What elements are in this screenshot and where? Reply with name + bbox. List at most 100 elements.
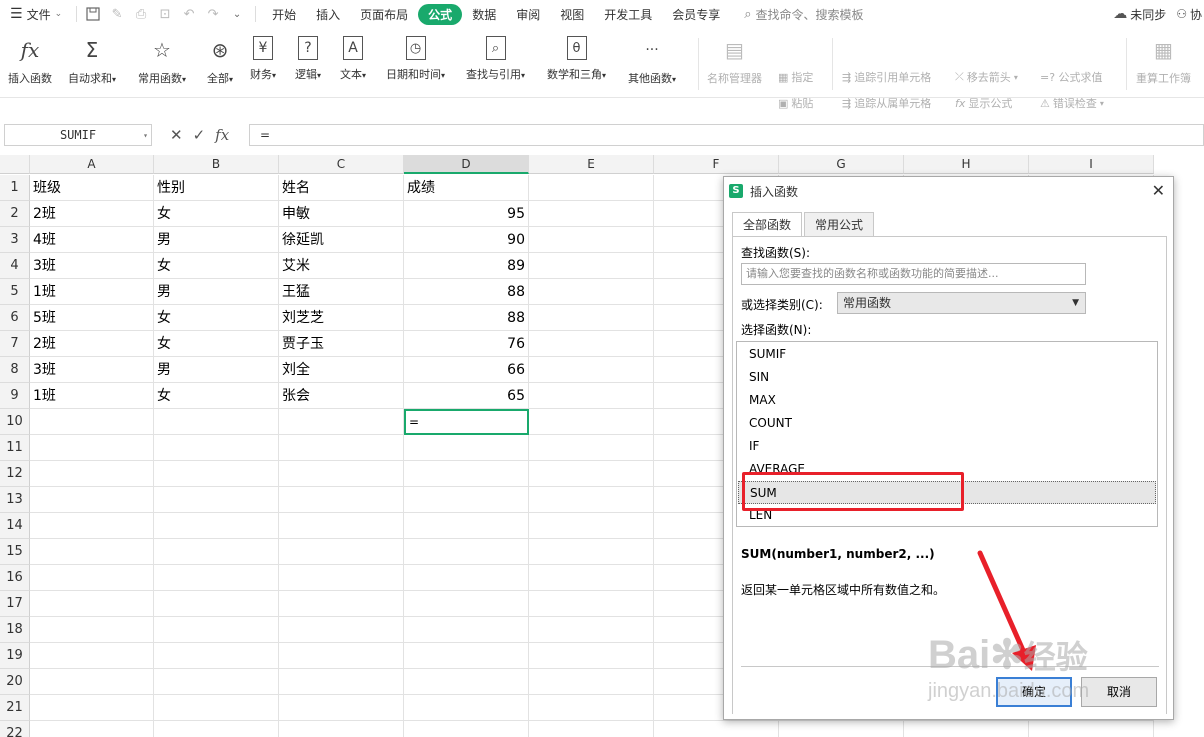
tab-all-functions[interactable]: 全部函数 bbox=[732, 212, 803, 237]
cancel-button[interactable]: 取消 bbox=[1081, 677, 1157, 707]
cell[interactable] bbox=[404, 695, 529, 721]
cell[interactable] bbox=[404, 539, 529, 565]
cell[interactable] bbox=[529, 279, 654, 305]
row-header[interactable]: 5 bbox=[0, 279, 30, 305]
cell[interactable] bbox=[654, 721, 779, 737]
datetime-button[interactable]: ◷ 日期和时间▾ bbox=[386, 36, 445, 90]
other-functions-button[interactable]: ··· 其他函数▾ bbox=[628, 36, 676, 90]
function-list-item[interactable]: SIN bbox=[738, 366, 1156, 389]
cell[interactable] bbox=[529, 721, 654, 737]
cell[interactable] bbox=[529, 409, 654, 435]
cell[interactable]: 5班 bbox=[30, 305, 154, 331]
cell[interactable] bbox=[404, 669, 529, 695]
cell[interactable]: 1班 bbox=[30, 383, 154, 409]
undo-icon[interactable]: ↶ bbox=[177, 5, 201, 23]
cell[interactable] bbox=[154, 591, 279, 617]
cell[interactable]: 男 bbox=[154, 357, 279, 383]
cell[interactable] bbox=[529, 565, 654, 591]
math-button[interactable]: θ 数学和三角▾ bbox=[547, 36, 606, 90]
tab-developer[interactable]: 开发工具 bbox=[594, 6, 662, 23]
row-header[interactable]: 8 bbox=[0, 357, 30, 383]
formula-input[interactable]: = bbox=[249, 124, 1204, 146]
row-header[interactable]: 17 bbox=[0, 591, 30, 617]
cell[interactable] bbox=[529, 695, 654, 721]
function-list-item[interactable]: MAX bbox=[738, 389, 1156, 412]
trace-precedents-button[interactable]: ⇶ 追踪引用单元格 bbox=[842, 68, 931, 86]
column-header[interactable]: G bbox=[779, 155, 904, 174]
cell[interactable] bbox=[529, 227, 654, 253]
category-select[interactable]: 常用函数 ▼ bbox=[837, 292, 1086, 314]
financial-button[interactable]: ¥ 财务▾ bbox=[250, 36, 276, 90]
cell[interactable]: 成绩 bbox=[404, 175, 529, 201]
row-header[interactable]: 15 bbox=[0, 539, 30, 565]
cell[interactable] bbox=[779, 721, 904, 737]
cell[interactable] bbox=[30, 565, 154, 591]
cell[interactable] bbox=[154, 695, 279, 721]
name-manager-button[interactable]: ▤ 名称管理器 bbox=[707, 36, 762, 90]
tab-page-layout[interactable]: 页面布局 bbox=[350, 6, 418, 23]
evaluate-formula-button[interactable]: =? 公式求值 bbox=[1040, 68, 1103, 86]
cell[interactable] bbox=[30, 435, 154, 461]
cell[interactable] bbox=[30, 539, 154, 565]
row-header[interactable]: 9 bbox=[0, 383, 30, 409]
row-header[interactable]: 2 bbox=[0, 201, 30, 227]
cell[interactable] bbox=[529, 461, 654, 487]
tab-home[interactable]: 开始 bbox=[262, 6, 306, 23]
cell[interactable] bbox=[279, 565, 404, 591]
fx-icon[interactable]: fx bbox=[215, 126, 229, 144]
cell[interactable] bbox=[529, 201, 654, 227]
text-button[interactable]: A 文本▾ bbox=[340, 36, 366, 90]
tab-member[interactable]: 会员专享 bbox=[662, 6, 730, 23]
row-header[interactable]: 6 bbox=[0, 305, 30, 331]
cell[interactable]: 男 bbox=[154, 227, 279, 253]
logical-button[interactable]: ? 逻辑▾ bbox=[295, 36, 321, 90]
tab-data[interactable]: 数据 bbox=[462, 6, 506, 23]
cell[interactable]: 女 bbox=[154, 331, 279, 357]
cell[interactable] bbox=[154, 565, 279, 591]
name-box[interactable]: SUMIF ▾ bbox=[4, 124, 152, 146]
column-header[interactable]: E bbox=[529, 155, 654, 174]
column-header[interactable]: H bbox=[904, 155, 1029, 174]
cancel-x-icon[interactable]: ✕ bbox=[170, 126, 183, 144]
cell[interactable] bbox=[404, 461, 529, 487]
cell[interactable] bbox=[154, 643, 279, 669]
cell[interactable] bbox=[279, 461, 404, 487]
cell[interactable] bbox=[279, 539, 404, 565]
chevron-down-icon[interactable]: ▾ bbox=[143, 131, 148, 140]
cell[interactable] bbox=[154, 513, 279, 539]
cell[interactable] bbox=[279, 669, 404, 695]
file-menu[interactable]: ☰ 文件 ⌄ bbox=[0, 6, 72, 23]
tab-review[interactable]: 审阅 bbox=[506, 6, 550, 23]
cell[interactable] bbox=[1029, 721, 1154, 737]
cell[interactable] bbox=[529, 513, 654, 539]
cell[interactable]: 艾米 bbox=[279, 253, 404, 279]
cell[interactable]: 王猛 bbox=[279, 279, 404, 305]
cell[interactable]: 女 bbox=[154, 305, 279, 331]
search-function-input[interactable]: 请输入您要查找的函数名称或函数功能的简要描述... bbox=[741, 263, 1086, 285]
format-painter-icon[interactable]: ✎ bbox=[105, 5, 129, 23]
cell[interactable]: 刘芝芝 bbox=[279, 305, 404, 331]
cell[interactable] bbox=[30, 617, 154, 643]
cell[interactable]: 班级 bbox=[30, 175, 154, 201]
cell[interactable] bbox=[30, 487, 154, 513]
cell[interactable] bbox=[279, 487, 404, 513]
cell[interactable] bbox=[30, 591, 154, 617]
cell[interactable]: 女 bbox=[154, 201, 279, 227]
cell[interactable] bbox=[154, 409, 279, 435]
cell[interactable]: 65 bbox=[404, 383, 529, 409]
common-functions-button[interactable]: ☆ 常用函数▾ bbox=[138, 36, 186, 90]
command-search[interactable]: ⌕ 查找命令、搜索模板 bbox=[744, 6, 863, 23]
row-header[interactable]: 16 bbox=[0, 565, 30, 591]
row-header[interactable]: 19 bbox=[0, 643, 30, 669]
cell[interactable] bbox=[154, 487, 279, 513]
cell[interactable] bbox=[30, 643, 154, 669]
print-preview-icon[interactable]: ⊡ bbox=[153, 5, 177, 23]
cell[interactable]: 3班 bbox=[30, 253, 154, 279]
specify-button[interactable]: ▦ 指定 bbox=[778, 68, 813, 86]
row-header[interactable]: 12 bbox=[0, 461, 30, 487]
cell[interactable] bbox=[279, 617, 404, 643]
row-header[interactable]: 21 bbox=[0, 695, 30, 721]
sync-status[interactable]: ☁ 未同步 bbox=[1113, 6, 1166, 23]
row-header[interactable]: 20 bbox=[0, 669, 30, 695]
column-header[interactable]: D bbox=[404, 155, 529, 174]
